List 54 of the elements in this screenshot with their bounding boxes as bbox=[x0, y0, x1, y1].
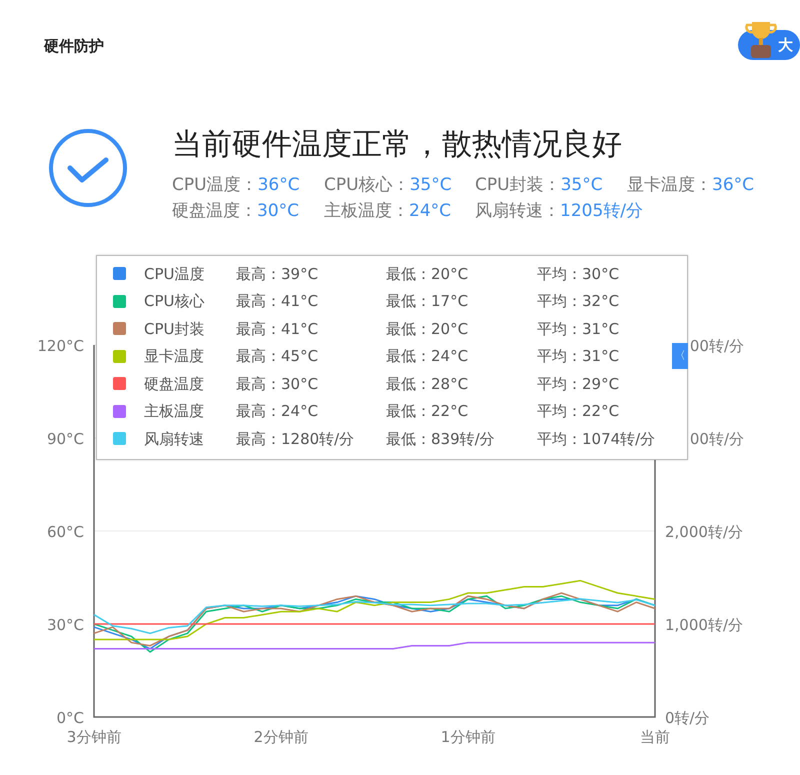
average-text: 平均：30°C bbox=[537, 264, 620, 284]
max-text: 最高：39°C bbox=[236, 264, 320, 284]
reading-text: 主板温度：24°C bbox=[324, 200, 452, 223]
status-headline: 当前硬件温度正常，散热情况良好 bbox=[172, 128, 623, 161]
reading-text: 显卡温度：36°C bbox=[627, 174, 754, 197]
min-text: 最低：22°C bbox=[386, 401, 470, 422]
axis-label: 30°C bbox=[46, 616, 84, 634]
axis-label: 3分钟前 bbox=[66, 728, 122, 746]
max-text: 最高：30°C bbox=[236, 374, 320, 394]
min-text: 最低：28°C bbox=[386, 374, 470, 394]
axis-label: 00转/分 bbox=[690, 337, 744, 355]
average-text: 平均：22°C bbox=[537, 401, 620, 422]
max-text: 最高：45°C bbox=[236, 346, 320, 367]
legend-label: 风扇转速 bbox=[144, 428, 205, 450]
axis-label: 0转/分 bbox=[665, 709, 710, 727]
min-text: 最低：20°C bbox=[386, 318, 470, 340]
min-text: 最低：839转/分 bbox=[386, 428, 496, 450]
axis-label: 0°C bbox=[56, 709, 84, 727]
average-text: 平均：31°C bbox=[537, 346, 620, 367]
min-text: 最低：24°C bbox=[386, 346, 470, 367]
average-text: 平均：31°C bbox=[537, 318, 620, 340]
legend-label: CPU核心 bbox=[144, 291, 206, 312]
axis-label: 60°C bbox=[46, 523, 84, 541]
legend-label: 硬盘温度 bbox=[144, 374, 205, 394]
trophy-icon bbox=[744, 20, 778, 60]
axis-label: 90°C bbox=[46, 430, 84, 448]
legend-label: CPU温度 bbox=[144, 264, 206, 284]
legend-label: 显卡温度 bbox=[144, 346, 205, 367]
average-text: 平均：32°C bbox=[537, 291, 620, 312]
reading-text: CPU温度：36°C bbox=[172, 174, 300, 197]
max-text: 最高：24°C bbox=[236, 401, 320, 422]
reading-text: 风扇转速：1205转/分 bbox=[475, 200, 643, 223]
min-text: 最低：17°C bbox=[386, 291, 470, 312]
legend-label: 主板温度 bbox=[144, 401, 205, 422]
min-text: 最低：20°C bbox=[386, 264, 470, 284]
axis-label: 120°C bbox=[37, 337, 84, 355]
reading-text: CPU核心：35°C bbox=[324, 174, 452, 197]
max-text: 最高：41°C bbox=[236, 318, 320, 340]
axis-label: 00转/分 bbox=[690, 430, 744, 448]
average-text: 平均：1074转/分 bbox=[537, 428, 656, 450]
check-circle-icon bbox=[48, 128, 128, 208]
axis-label: 2分钟前 bbox=[254, 728, 308, 746]
axis-label: 1分钟前 bbox=[440, 728, 496, 746]
reading-text: 硬盘温度：30°C bbox=[172, 200, 300, 223]
average-text: 平均：29°C bbox=[537, 374, 620, 394]
axis-label: 2,000转/分 bbox=[665, 523, 743, 541]
axis-label: 当前 bbox=[640, 728, 670, 746]
reading-text: CPU封装：35°C bbox=[475, 174, 603, 197]
max-text: 最高：1280转/分 bbox=[236, 428, 356, 450]
collapse-tab[interactable]: 〈 bbox=[672, 343, 688, 369]
axis-label: 1,000转/分 bbox=[665, 616, 743, 634]
max-text: 最高：41°C bbox=[236, 291, 320, 312]
legend-label: CPU封装 bbox=[144, 318, 206, 340]
page-title: 硬件防护 bbox=[44, 36, 104, 57]
